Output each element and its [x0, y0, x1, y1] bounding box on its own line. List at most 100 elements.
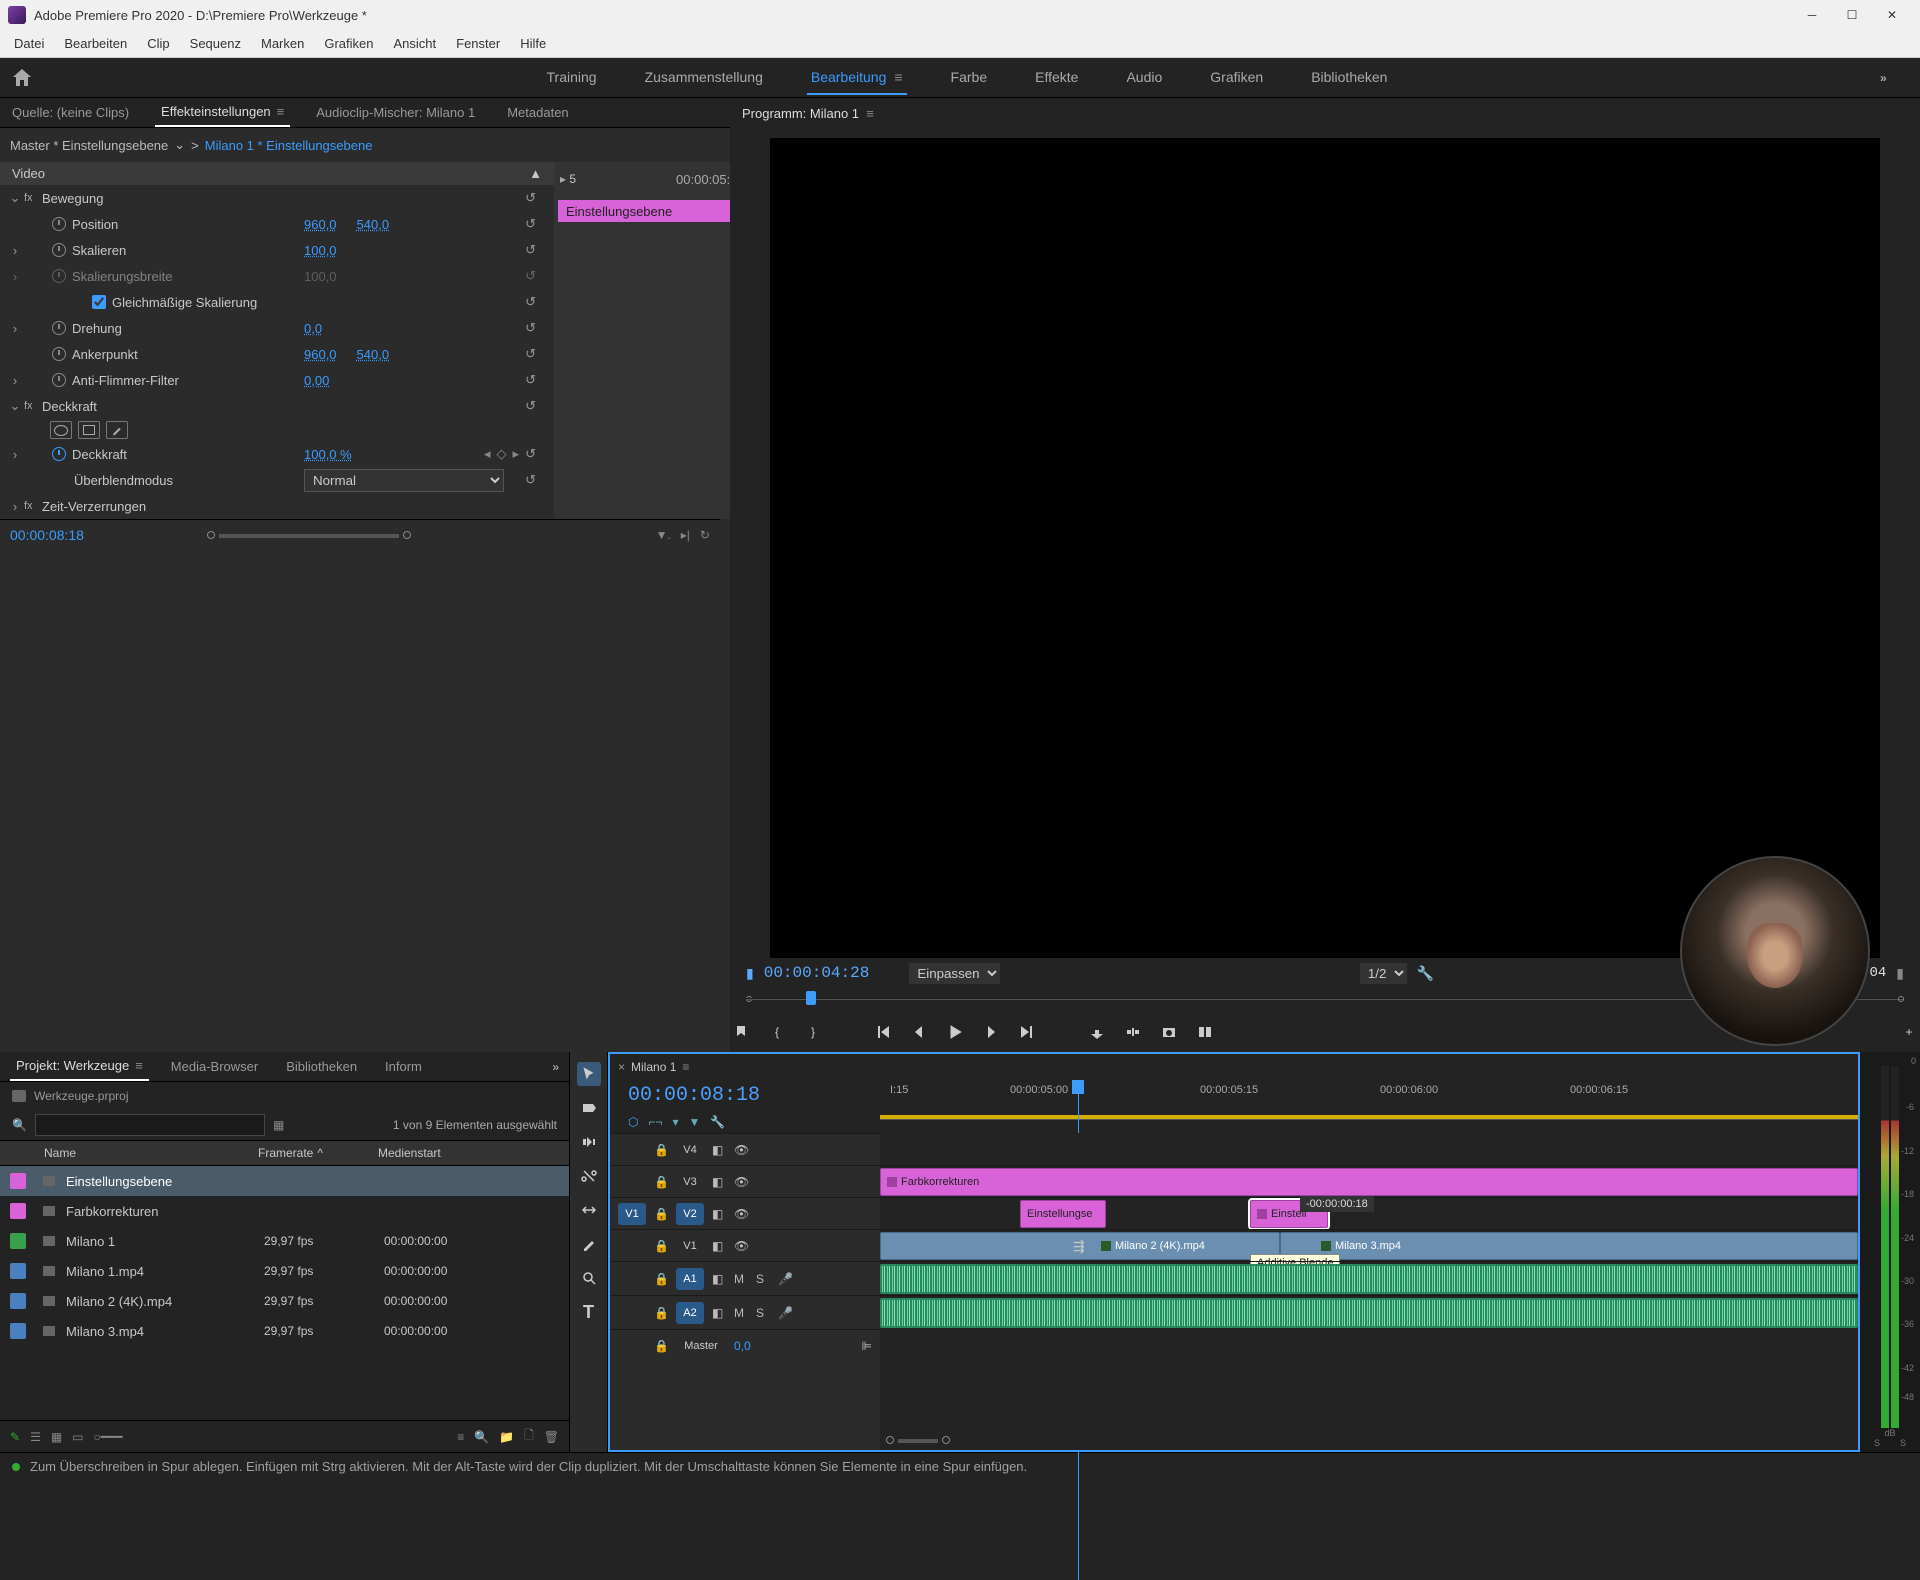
close-button[interactable]: ✕: [1872, 0, 1912, 30]
zoom-handle-icon[interactable]: [403, 531, 411, 539]
menu-hilfe[interactable]: Hilfe: [510, 32, 556, 55]
bin-view-icon[interactable]: ▦: [273, 1118, 284, 1132]
col-medienstart[interactable]: Medienstart: [378, 1146, 565, 1160]
stopwatch-icon[interactable]: [52, 243, 66, 257]
stopwatch-icon[interactable]: [52, 347, 66, 361]
scrub-end-icon[interactable]: [1898, 996, 1904, 1002]
slip-tool[interactable]: [577, 1198, 601, 1222]
track-v2[interactable]: V2: [676, 1203, 704, 1225]
ec-sequence-clip[interactable]: Milano 1 * Einstellungsebene: [205, 138, 373, 153]
workspace-zusammenstellung[interactable]: Zusammenstellung: [641, 61, 767, 95]
new-item-button[interactable]: 🗋: [524, 1426, 534, 1447]
reset-icon[interactable]: ↺: [525, 190, 536, 206]
toggle-output-icon[interactable]: ◧: [712, 1175, 726, 1189]
prev-keyframe-icon[interactable]: ◂: [484, 446, 491, 462]
antiflicker-value[interactable]: 0,00: [304, 373, 329, 388]
mute-button[interactable]: M: [734, 1272, 748, 1286]
workspace-effekte[interactable]: Effekte: [1031, 61, 1082, 95]
menu-ansicht[interactable]: Ansicht: [383, 32, 446, 55]
workspace-menu-icon[interactable]: ≡: [894, 69, 902, 85]
reset-icon[interactable]: ↺: [525, 294, 536, 310]
mark-out-button[interactable]: }: [802, 1021, 824, 1043]
mark-in-button[interactable]: {: [766, 1021, 788, 1043]
lock-icon[interactable]: 🔒: [654, 1175, 668, 1189]
twirl-icon[interactable]: ⌄: [6, 398, 24, 414]
tab-effekteinstellungen[interactable]: Effekteinstellungen≡: [155, 98, 290, 127]
twirl-icon[interactable]: ›: [6, 373, 24, 388]
track-a2[interactable]: A2: [676, 1302, 704, 1324]
workspace-audio[interactable]: Audio: [1122, 61, 1166, 95]
razor-tool[interactable]: [577, 1164, 601, 1188]
workspace-training[interactable]: Training: [543, 61, 601, 95]
reset-icon[interactable]: ↺: [525, 398, 536, 414]
stopwatch-icon[interactable]: [52, 217, 66, 231]
tab-quelle[interactable]: Quelle: (keine Clips): [6, 99, 135, 126]
eye-icon[interactable]: 👁: [734, 1239, 748, 1253]
twirl-icon[interactable]: ›: [6, 321, 24, 336]
type-tool[interactable]: T: [577, 1300, 601, 1324]
fx-badge-icon[interactable]: fx: [24, 500, 42, 512]
find-icon[interactable]: 🔍: [474, 1430, 489, 1444]
menu-marken[interactable]: Marken: [251, 32, 314, 55]
opacity-section[interactable]: Deckkraft: [42, 399, 322, 414]
fit-select[interactable]: Einpassen: [909, 963, 1000, 984]
icon-view-icon[interactable]: ▦: [51, 1430, 62, 1444]
close-sequence-icon[interactable]: ×: [618, 1060, 625, 1074]
tab-bibliotheken[interactable]: Bibliotheken: [280, 1053, 363, 1080]
list-view-icon[interactable]: ☰: [30, 1430, 41, 1444]
pen-tool[interactable]: [577, 1232, 601, 1256]
tab-media-browser[interactable]: Media-Browser: [165, 1053, 264, 1080]
loop-icon[interactable]: ↻: [700, 528, 710, 542]
twirl-icon[interactable]: ›: [6, 243, 24, 258]
time-remap-section[interactable]: Zeit-Verzerrungen: [42, 499, 322, 514]
mask-rect-icon[interactable]: [78, 421, 100, 439]
ec-master-clip[interactable]: Master * Einstellungsebene: [10, 138, 168, 153]
project-list-header[interactable]: Name Framerate^ Medienstart: [0, 1140, 569, 1166]
hand-tool[interactable]: [577, 1266, 601, 1290]
program-current-tc[interactable]: 00:00:04:28: [764, 964, 870, 982]
opacity-value[interactable]: 100,0 %: [304, 447, 352, 462]
toggle-output-icon[interactable]: ◧: [712, 1239, 726, 1253]
lift-button[interactable]: [1086, 1021, 1108, 1043]
fx-badge-icon[interactable]: fx: [24, 400, 42, 412]
reset-icon[interactable]: ↺: [525, 268, 536, 284]
position-x[interactable]: 960,0: [304, 217, 337, 232]
ec-footer-timecode[interactable]: 00:00:08:18: [10, 527, 84, 543]
track-v1[interactable]: V1: [676, 1235, 704, 1257]
twirl-icon[interactable]: ›: [6, 447, 24, 462]
in-out-icon[interactable]: ▸|: [681, 528, 690, 542]
clip-audio-a2[interactable]: [880, 1298, 1858, 1328]
add-keyframe-icon[interactable]: ◇: [497, 446, 507, 462]
voice-record-icon[interactable]: 🎤: [778, 1306, 792, 1320]
automate-icon[interactable]: ≡: [457, 1430, 464, 1444]
eye-icon[interactable]: 👁: [734, 1143, 748, 1157]
go-to-out-button[interactable]: [1016, 1021, 1038, 1043]
panel-menu-icon[interactable]: ≡: [866, 106, 874, 121]
tab-metadaten[interactable]: Metadaten: [501, 99, 574, 126]
reset-icon[interactable]: ↺: [525, 472, 536, 488]
new-bin-icon[interactable]: 📁: [499, 1430, 514, 1444]
ec-tl-clip[interactable]: Einstellungsebene: [558, 200, 730, 222]
maximize-button[interactable]: ☐: [1832, 0, 1872, 30]
anchor-x[interactable]: 960,0: [304, 347, 337, 362]
chevron-down-icon[interactable]: ⌄: [174, 137, 185, 153]
lock-icon[interactable]: 🔒: [654, 1272, 668, 1286]
clip-farbkorrekturen[interactable]: Farbkorrekturen: [880, 1168, 1858, 1196]
twirl-icon[interactable]: ⌄: [6, 190, 24, 206]
expand-icon[interactable]: ⊫: [862, 1339, 872, 1353]
toggle-output-icon[interactable]: ◧: [712, 1272, 726, 1286]
button-editor[interactable]: +: [1898, 1021, 1920, 1043]
export-frame-button[interactable]: [1158, 1021, 1180, 1043]
clip-audio-a1[interactable]: [880, 1264, 1858, 1294]
position-y[interactable]: 540,0: [357, 217, 390, 232]
toggle-output-icon[interactable]: ◧: [712, 1143, 726, 1157]
col-framerate[interactable]: Framerate: [258, 1146, 313, 1160]
step-back-button[interactable]: [908, 1021, 930, 1043]
scale-value[interactable]: 100,0: [304, 243, 337, 258]
blend-mode-select[interactable]: Normal: [304, 469, 504, 492]
panel-menu-icon[interactable]: ≡: [682, 1060, 689, 1074]
tab-projekt[interactable]: Projekt: Werkzeuge≡: [10, 1052, 149, 1081]
delete-icon[interactable]: 🗑: [544, 1430, 559, 1444]
settings-icon[interactable]: 🔧: [710, 1115, 725, 1129]
mute-button[interactable]: M: [734, 1306, 748, 1320]
